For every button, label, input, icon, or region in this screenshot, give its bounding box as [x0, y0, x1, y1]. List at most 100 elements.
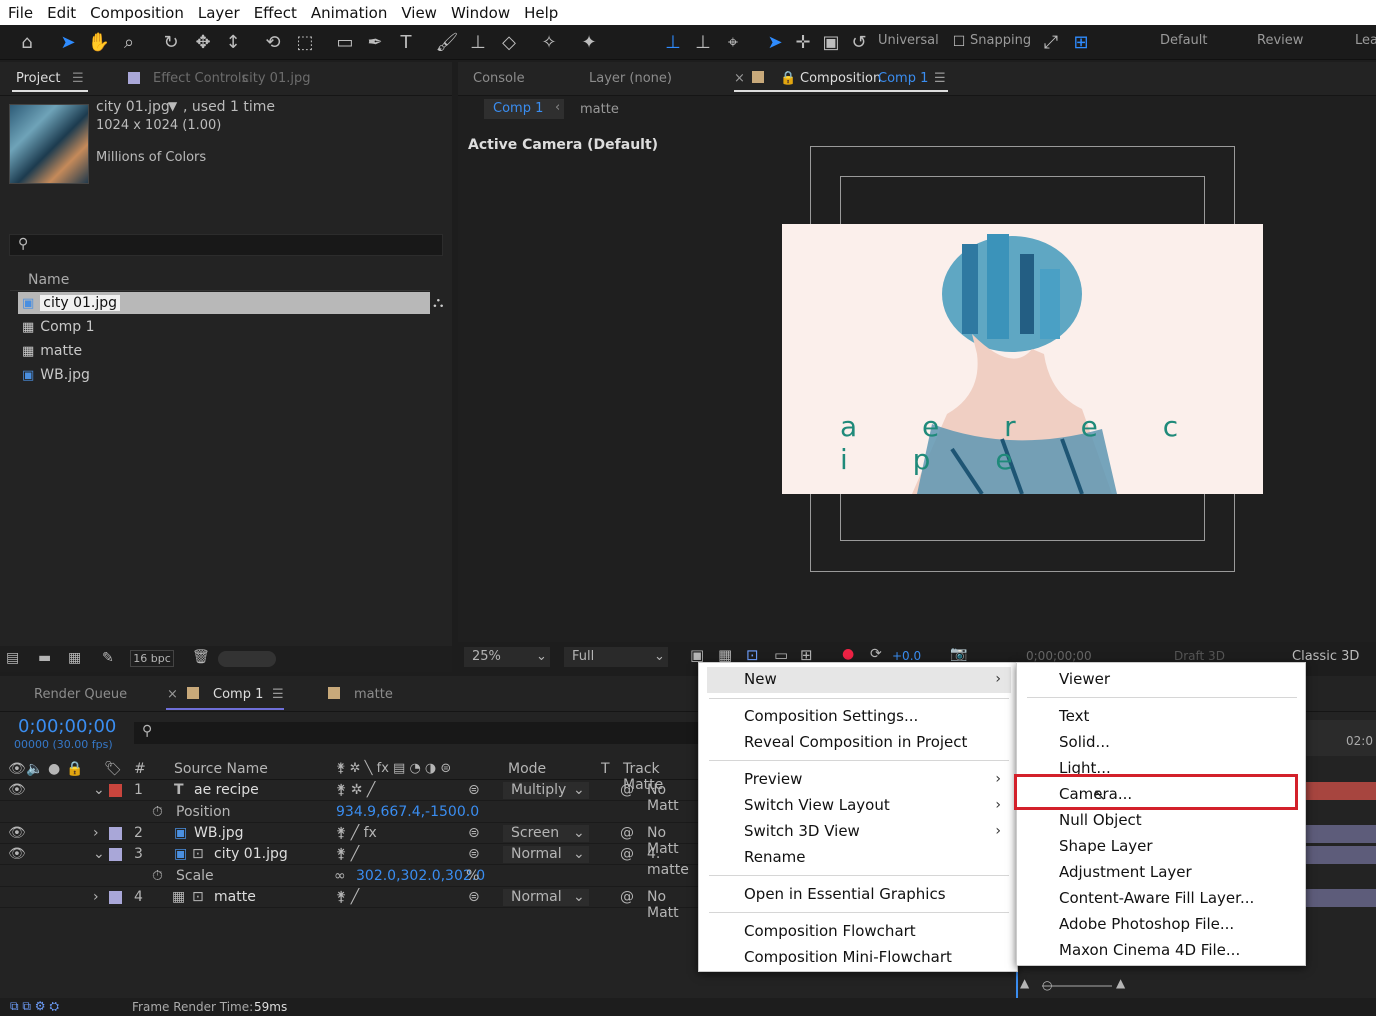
pen-tool-icon[interactable]: ✒ [362, 29, 388, 55]
menu-item-reveal-composition[interactable]: Reveal Composition in Project [744, 730, 967, 754]
new-folder-icon[interactable]: ▬ [38, 650, 51, 666]
menu-animation[interactable]: Animation [311, 4, 387, 22]
matte-timeline-tab[interactable]: matte [354, 687, 393, 702]
stopwatch-icon[interactable]: ⏱ [152, 868, 163, 884]
source-name-header[interactable]: Source Name [174, 761, 268, 777]
menu-window[interactable]: Window [451, 4, 510, 22]
layer-switches-icons[interactable]: ⚵ ╱ [336, 846, 359, 862]
3d-layer-icon[interactable]: ⊜ [468, 889, 480, 905]
menu-file[interactable]: File [8, 4, 33, 22]
submenu-item-text[interactable]: Text [1059, 704, 1089, 728]
expand-chevron-icon[interactable]: ⌄ [93, 846, 105, 862]
puppet-pin-tool-icon[interactable]: ✦ [576, 29, 602, 55]
roto-brush-tool-icon[interactable]: ✧ [536, 29, 562, 55]
local-axis-icon[interactable]: ⊥ [660, 29, 686, 55]
exposure-reset-icon[interactable]: ⟳ [870, 646, 882, 662]
snapping-label[interactable]: Snapping [970, 33, 1031, 48]
label-color-swatch[interactable] [109, 848, 122, 861]
t-header[interactable]: T [601, 761, 610, 777]
layer-name[interactable]: ae recipe [194, 782, 259, 798]
view-axis-icon[interactable]: ⌖ [720, 29, 746, 55]
composition-tab-name[interactable]: Comp 1 [878, 71, 928, 86]
zoom-tool-icon[interactable]: ⌕ [116, 29, 142, 55]
submenu-item-adjustment-layer[interactable]: Adjustment Layer [1059, 860, 1192, 884]
comp-canvas[interactable]: a e r e c i p e [782, 224, 1263, 494]
grid-snap-icon[interactable]: ⊞ [1068, 29, 1094, 55]
timeline-search-input[interactable]: ⚲ [134, 722, 700, 744]
solo-header-icon[interactable]: ● [48, 761, 60, 777]
console-tab[interactable]: Console [473, 71, 525, 86]
layer-switches-icons[interactable]: ⚵ ╱ fx [336, 825, 377, 841]
menu-item-preview[interactable]: Preview [744, 767, 802, 791]
universal-label[interactable]: Universal [878, 33, 939, 48]
bpc-button[interactable]: 16 bpc [130, 650, 174, 667]
track-matte-pickwhip-icon[interactable]: @ [620, 846, 634, 862]
adjust-settings-icon[interactable]: ✎ [102, 650, 114, 666]
home-icon[interactable]: ⌂ [14, 29, 40, 55]
menu-item-composition-settings[interactable]: Composition Settings... [744, 704, 918, 728]
menu-item-new[interactable]: New [744, 667, 777, 691]
submenu-item-shape-layer[interactable]: Shape Layer [1059, 834, 1153, 858]
3d-layer-icon[interactable]: ⊜ [468, 782, 480, 798]
snap-expand-icon[interactable]: ⤢ [1038, 29, 1064, 55]
menu-help[interactable]: Help [524, 4, 558, 22]
layer-bar[interactable] [1306, 825, 1376, 843]
switches-header-icons[interactable]: ⚵ ✲ ╲ fx ▤ ◔ ◑ ⊜ [336, 761, 451, 776]
project-item[interactable]: ▦ matte [22, 340, 82, 362]
menu-item-composition-mini-flowchart[interactable]: Composition Mini-Flowchart [744, 945, 952, 969]
workspace-default[interactable]: Default [1160, 33, 1208, 48]
hand-tool-icon[interactable]: ✋ [86, 29, 112, 55]
layer-tab[interactable]: Layer (none) [589, 71, 672, 86]
mode-select[interactable]: Normal ⌄ [503, 889, 589, 906]
exposure-value[interactable]: +0.0 [892, 649, 921, 663]
comp-timeline-tab[interactable]: Comp 1 [213, 687, 263, 702]
num-header[interactable]: # [134, 761, 146, 777]
channels-icon[interactable]: ● [842, 646, 854, 662]
menu-item-rename[interactable]: Rename [744, 845, 806, 869]
pan-behind-tool-icon[interactable]: ⬚ [292, 29, 318, 55]
rectangle-tool-icon[interactable]: ▭ [332, 29, 358, 55]
clone-stamp-tool-icon[interactable]: ⊥ [465, 29, 491, 55]
expand-chevron-icon[interactable]: › [93, 889, 99, 905]
status-icons[interactable]: ⧉ ⧉ ⚙ ⛭ [10, 999, 59, 1014]
mode-header[interactable]: Mode [508, 761, 546, 777]
layer-name[interactable]: WB.jpg [194, 825, 244, 841]
composition-tab[interactable]: Composition [800, 71, 881, 86]
label-header-icon[interactable]: 🏷 [104, 761, 122, 777]
expand-chevron-icon[interactable]: › [93, 825, 99, 841]
current-time[interactable]: 0;00;00;00 [18, 716, 116, 737]
file-dropdown-icon[interactable]: ▼ [168, 99, 177, 113]
label-color-swatch[interactable] [109, 784, 122, 797]
playhead[interactable] [1016, 968, 1018, 998]
name-column-header[interactable]: Name [28, 272, 69, 288]
track-matte-pickwhip-icon[interactable]: @ [620, 825, 634, 841]
render-queue-tab[interactable]: Render Queue [34, 687, 127, 702]
rotate-tool-icon[interactable]: ⟲ [260, 29, 286, 55]
menu-effect[interactable]: Effect [254, 4, 297, 22]
3d-layer-icon[interactable]: ⊜ [468, 825, 480, 841]
breadcrumb-matte[interactable]: matte [580, 102, 619, 117]
pan-tool-icon[interactable]: ✥ [190, 29, 216, 55]
eraser-tool-icon[interactable]: ◇ [496, 29, 522, 55]
mode-select[interactable]: Screen ⌄ [503, 825, 589, 842]
menu-item-switch-view-layout[interactable]: Switch View Layout [744, 793, 890, 817]
close-tab-icon[interactable]: × [167, 687, 178, 702]
timeline-menu-icon[interactable]: ☰ [272, 687, 284, 702]
orbit-tool-icon[interactable]: ↻ [158, 29, 184, 55]
project-menu-icon[interactable]: ☰ [72, 71, 84, 86]
lock-icon[interactable]: 🔒 [780, 71, 796, 86]
audio-header-icon[interactable]: 🔈 [26, 761, 43, 777]
world-axis-icon[interactable]: ⊥ [690, 29, 716, 55]
menu-item-composition-flowchart[interactable]: Composition Flowchart [744, 919, 916, 943]
track-matte-select[interactable]: No Matt [647, 889, 700, 921]
menu-layer[interactable]: Layer [198, 4, 240, 22]
3d-layer-icon[interactable]: ⊜ [468, 846, 480, 862]
draft-3d[interactable]: Draft 3D [1174, 649, 1225, 663]
eye-icon[interactable]: 👁 [8, 825, 26, 841]
selection-arrow-icon[interactable]: ➤ [762, 29, 788, 55]
project-item[interactable]: ▣ city 01.jpg [22, 292, 121, 314]
layer-name[interactable]: matte [214, 889, 256, 905]
selection-tool-icon[interactable]: ➤ [55, 29, 81, 55]
layer-row[interactable]: 👁 › 2 ▣ WB.jpg ⚵ ╱ fx ⊜ Screen ⌄ @ No Mat… [0, 823, 700, 857]
submenu-item-photoshop-file[interactable]: Adobe Photoshop File... [1059, 912, 1234, 936]
